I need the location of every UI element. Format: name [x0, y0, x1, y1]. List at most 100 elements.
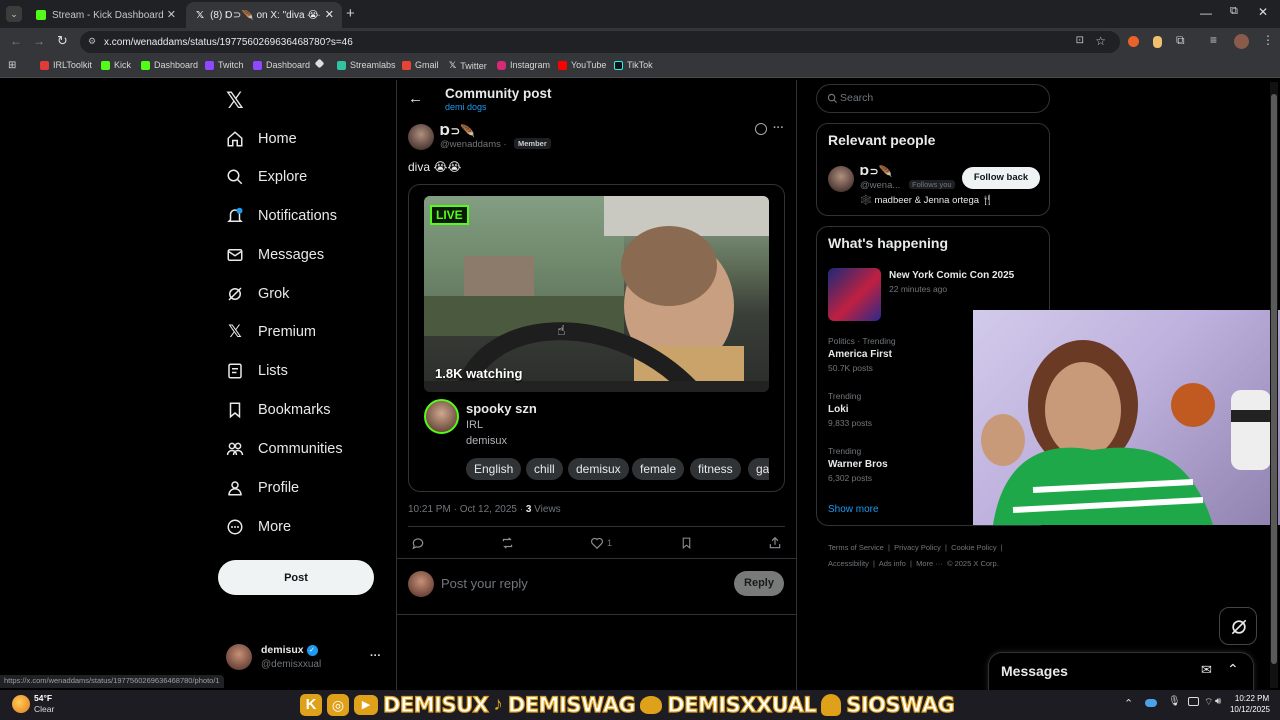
bookmark-kick-dashboard[interactable]: Dashboard: [141, 60, 198, 70]
back-arrow-icon[interactable]: ←: [408, 90, 423, 107]
scrollbar[interactable]: [1270, 82, 1278, 688]
close-window-icon[interactable]: ✕: [1258, 5, 1268, 19]
footer-link[interactable]: Terms of Service: [828, 543, 884, 552]
footer-link[interactable]: Cookie Policy: [951, 543, 996, 552]
cloud-icon[interactable]: [1145, 699, 1157, 707]
tab-kick-dashboard[interactable]: Stream - Kick Dashboard ✕: [26, 2, 184, 28]
grok-float-button[interactable]: [1219, 607, 1257, 645]
repost-icon[interactable]: [500, 536, 515, 550]
bookmark-kick[interactable]: Kick: [101, 60, 131, 70]
reading-list-icon[interactable]: ≡: [1210, 33, 1217, 47]
stream-tag[interactable]: chill: [526, 458, 563, 480]
minimize-icon[interactable]: —: [1200, 6, 1212, 20]
bookmark-tiktok[interactable]: TikTok: [614, 60, 653, 70]
trend-item[interactable]: Trending Loki 9,833 posts: [828, 391, 968, 428]
search-input[interactable]: Search: [816, 84, 1050, 113]
nav-bookmarks[interactable]: Bookmarks: [226, 399, 331, 421]
bookmark-twitch-dashboard[interactable]: Dashboard: [253, 60, 310, 70]
trend-item[interactable]: Politics · Trending America First 50.7K …: [828, 336, 968, 373]
bookmark-icon[interactable]: [680, 536, 693, 550]
clock-date[interactable]: 10/12/2025: [1223, 705, 1277, 714]
chevron-up-icon[interactable]: ⌃: [1227, 661, 1239, 678]
scrollbar-thumb[interactable]: [1271, 94, 1277, 664]
footer-link[interactable]: Accessibility: [828, 559, 869, 568]
share-icon[interactable]: [768, 536, 782, 550]
browser-menu-icon[interactable]: ⋮: [1262, 33, 1274, 47]
extensions-puzzle-icon[interactable]: ⧉: [1176, 33, 1185, 48]
volume-icon[interactable]: 🔊︎: [1215, 696, 1221, 707]
avatar[interactable]: [1234, 34, 1249, 49]
weather-icon[interactable]: [12, 695, 30, 713]
nav-more[interactable]: More: [226, 516, 291, 538]
avatar[interactable]: [408, 124, 434, 150]
footer-link[interactable]: More ···: [916, 559, 943, 568]
x-logo-icon[interactable]: 𝕏: [226, 88, 244, 114]
tab-search-button[interactable]: ⌄: [6, 6, 22, 22]
nav-grok[interactable]: Grok: [226, 283, 289, 305]
reload-icon[interactable]: ↻: [57, 33, 68, 49]
person-name[interactable]: Ɒ⊃🪶: [860, 165, 892, 178]
reply-button[interactable]: Reply: [734, 571, 784, 596]
nav-explore[interactable]: Explore: [226, 166, 307, 188]
stream-channel[interactable]: demisux: [466, 435, 507, 447]
tab-x-post[interactable]: 𝕏 (8) Ɒ⊃🪶 on X: "diva 😭😭 htt ✕: [186, 2, 342, 28]
nav-notifications[interactable]: Notifications: [226, 205, 337, 227]
bookmark-twitch[interactable]: Twitch: [205, 60, 244, 70]
grok-icon[interactable]: [755, 123, 767, 135]
restore-icon[interactable]: ⧉: [1230, 5, 1238, 18]
account-switcher[interactable]: demisux ✓ @demisxxual ···: [226, 644, 386, 674]
trend-item[interactable]: Trending Warner Bros 6,302 posts: [828, 446, 968, 483]
nav-messages[interactable]: Messages: [226, 244, 324, 266]
bookmark-twitter[interactable]: 𝕏 Twitter: [449, 60, 487, 71]
community-link[interactable]: demi dogs: [445, 102, 487, 112]
forward-icon[interactable]: →: [33, 34, 45, 48]
bookmark-star-icon[interactable]: ☆: [1095, 34, 1106, 48]
post-author-name[interactable]: Ɒ⊃🪶: [440, 124, 475, 138]
avatar[interactable]: [424, 399, 459, 434]
more-icon[interactable]: ···: [773, 122, 784, 134]
stream-tag[interactable]: female: [632, 458, 685, 480]
event-image[interactable]: [828, 268, 881, 321]
more-icon[interactable]: ···: [370, 650, 381, 662]
bookmark-diamond[interactable]: [314, 58, 325, 69]
extension-icon[interactable]: [1128, 36, 1139, 47]
stream-tag[interactable]: fitness: [690, 458, 741, 480]
close-icon[interactable]: ✕: [167, 8, 176, 21]
bookmark-instagram[interactable]: Instagram: [497, 60, 550, 70]
follow-back-button[interactable]: Follow back: [962, 167, 1040, 189]
bookmark-youtube[interactable]: YouTube: [558, 60, 606, 70]
stream-title[interactable]: spooky szn: [466, 401, 537, 416]
clock-time[interactable]: 10:22 PM: [1227, 694, 1277, 703]
url-input[interactable]: ⚙ x.com/wenaddams/status/197756026963646…: [80, 31, 1120, 53]
wifi-icon[interactable]: ⌔: [1204, 696, 1213, 709]
bookmark-irltoolkit[interactable]: IRLToolkit: [40, 60, 92, 70]
person-handle[interactable]: @wena...: [860, 180, 900, 191]
post-author-handle[interactable]: @wenaddams ·: [440, 139, 507, 150]
nav-premium[interactable]: 𝕏 Premium: [226, 321, 316, 343]
extension-icon[interactable]: [1153, 36, 1162, 48]
nav-home[interactable]: Home: [226, 128, 297, 150]
mic-icon[interactable]: 🎙︎: [1168, 696, 1181, 707]
nav-lists[interactable]: Lists: [226, 360, 288, 382]
weather-temp[interactable]: 54°F: [34, 693, 52, 703]
post-button[interactable]: Post: [218, 560, 374, 595]
stream-tag[interactable]: ga: [748, 458, 769, 480]
install-icon[interactable]: ⊡: [1076, 35, 1084, 46]
close-icon[interactable]: ✕: [325, 8, 334, 21]
back-icon[interactable]: ←: [10, 34, 22, 48]
reply-icon[interactable]: [411, 536, 425, 550]
nav-profile[interactable]: Profile: [226, 477, 299, 499]
stream-tag[interactable]: English: [466, 458, 522, 480]
event-title[interactable]: New York Comic Con 2025: [889, 270, 1014, 281]
new-tab-button[interactable]: +: [346, 5, 355, 22]
new-message-icon[interactable]: ✉: [1201, 662, 1212, 678]
display-icon[interactable]: [1188, 697, 1199, 706]
footer-link[interactable]: Privacy Policy: [894, 543, 941, 552]
like-button[interactable]: 1: [590, 536, 612, 550]
chevron-up-icon[interactable]: ⌃: [1124, 697, 1133, 710]
apps-grid-icon[interactable]: ⊞: [8, 60, 16, 71]
stream-category[interactable]: IRL: [466, 419, 483, 431]
bookmark-streamlabs[interactable]: Streamlabs: [337, 60, 396, 70]
bookmark-gmail[interactable]: Gmail: [402, 60, 439, 70]
weather-desc[interactable]: Clear: [34, 704, 54, 714]
